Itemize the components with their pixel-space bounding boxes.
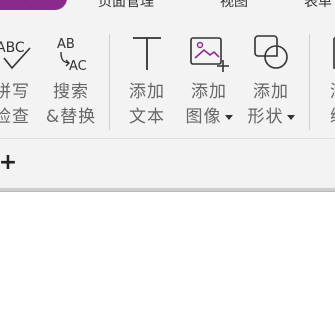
find-replace-label-2: &替换 xyxy=(45,107,97,127)
spellcheck-label-1: 拼写 xyxy=(0,82,30,102)
add-shape-button[interactable]: 添加 形状 xyxy=(243,28,299,138)
add-button[interactable]: + xyxy=(0,151,20,175)
ribbon-bottom-border xyxy=(0,138,335,139)
tab-bar: 编辑 页面管理 视图 表单 xyxy=(0,0,335,12)
image-tool-icon xyxy=(190,37,229,72)
group-separator xyxy=(109,34,110,130)
tab-page-management[interactable]: 页面管理 xyxy=(98,0,154,11)
ribbon: 编辑 页面管理 视图 表单 ABC 拼写 检查 AB AC 搜索 &替换 添加 … xyxy=(0,0,335,190)
add-text-label-1: 添加 xyxy=(129,82,165,102)
spellcheck-icon: ABC xyxy=(0,40,31,70)
chevron-down-icon[interactable] xyxy=(286,114,295,120)
group-separator xyxy=(309,34,310,130)
spellcheck-label-2: 检查 xyxy=(0,107,30,127)
find-replace-icon-bottom: AC xyxy=(69,59,87,72)
find-replace-label-1: 搜索 xyxy=(53,82,89,102)
add-text-button[interactable]: 添加 文本 xyxy=(119,28,175,138)
add-image-button[interactable]: 添加 图像 xyxy=(181,28,237,138)
spellcheck-button[interactable]: ABC 拼写 检查 xyxy=(0,28,40,138)
find-replace-button[interactable]: AB AC 搜索 &替换 xyxy=(43,28,99,138)
add-image-label-text: 图像 xyxy=(185,107,222,127)
text-tool-icon xyxy=(133,37,161,70)
tab-view[interactable]: 视图 xyxy=(220,0,248,11)
shape-tool-icon xyxy=(254,35,288,69)
find-replace-icon-top: AB xyxy=(57,37,75,52)
tab-form[interactable]: 表单 xyxy=(304,0,332,11)
partial-tool-label-1: 添 xyxy=(330,80,335,105)
find-replace-icon: AB AC xyxy=(57,37,87,72)
tab-edit-label: 编辑 xyxy=(14,0,42,2)
document-canvas[interactable] xyxy=(0,192,335,314)
add-shape-label-1: 添加 xyxy=(253,82,289,102)
add-text-label-2: 文本 xyxy=(129,107,165,127)
spellcheck-icon-text: ABC xyxy=(0,40,25,56)
tab-edit[interactable]: 编辑 xyxy=(0,0,67,10)
partial-tool-label-2: 编 xyxy=(330,105,335,130)
partial-tool-icon xyxy=(333,37,335,69)
add-shape-label-2: 形状 xyxy=(243,105,299,130)
add-image-label-2: 图像 xyxy=(181,105,237,130)
add-shape-label-text: 形状 xyxy=(247,107,284,127)
add-image-label-1: 添加 xyxy=(191,82,227,102)
partial-tool-button[interactable]: 添 编 xyxy=(322,28,335,138)
chevron-down-icon[interactable] xyxy=(224,114,233,120)
